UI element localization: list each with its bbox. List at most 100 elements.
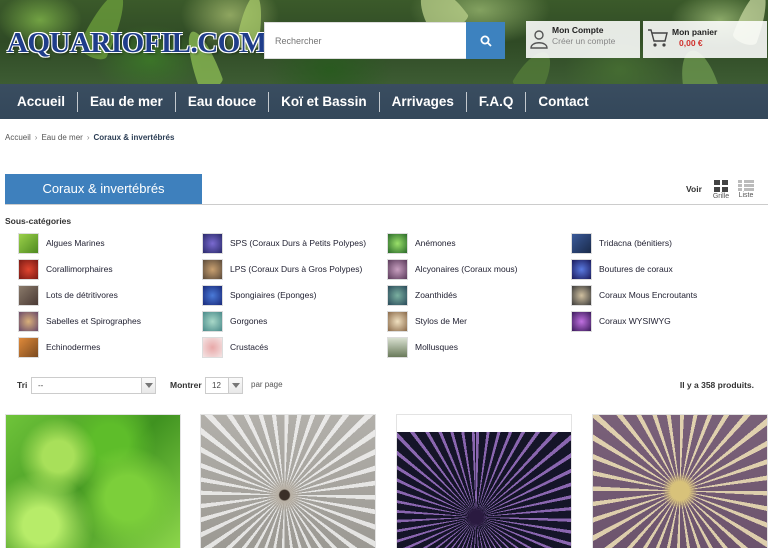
subcategory-link[interactable]: Mollusques: [387, 336, 458, 358]
product-photo: [397, 432, 571, 548]
subcategory-thumbnail: [202, 284, 223, 306]
account-title[interactable]: Mon Compte: [552, 25, 603, 35]
subcategory-label: Echinodermes: [46, 342, 101, 352]
subcategory-link[interactable]: Stylos de Mer: [387, 310, 467, 332]
nav-item-contact[interactable]: Contact: [525, 91, 600, 112]
subcategory-thumbnail: [571, 284, 592, 306]
search-button[interactable]: [466, 22, 505, 59]
subcategory-label: Zoanthidés: [415, 290, 458, 300]
product-image[interactable]: [592, 414, 768, 548]
subcategory-link[interactable]: Anémones: [387, 232, 456, 254]
nav-item-eau-douce[interactable]: Eau douce: [174, 91, 268, 112]
subcategory-label: Sabelles et Spirographes: [46, 316, 141, 326]
subcategory-link[interactable]: Coraux Mous Encroutants: [571, 284, 697, 306]
subcategory-label: Boutures de coraux: [599, 264, 673, 274]
subcategory-thumbnail: [18, 310, 39, 332]
chevron-down-icon: [228, 378, 242, 393]
list-view-label: Liste: [738, 192, 754, 199]
subcategory-label: Gorgones: [230, 316, 268, 326]
subcategory-label: Lots de détritivores: [46, 290, 118, 300]
subcategory-link[interactable]: Sabelles et Spirographes: [18, 310, 141, 332]
subcategory-label: Spongiaires (Eponges): [230, 290, 317, 300]
create-account-link[interactable]: Créer un compte: [552, 36, 615, 46]
subcategory-link[interactable]: Lots de détritivores: [18, 284, 118, 306]
search-icon: [480, 35, 492, 47]
subcategory-link[interactable]: Boutures de coraux: [571, 258, 673, 280]
sort-select-value: --: [38, 381, 44, 390]
sort-label: Tri: [17, 380, 28, 390]
subcategory-link[interactable]: Alcyonaires (Coraux mous): [387, 258, 518, 280]
per-page-label: par page: [251, 380, 283, 389]
subcategory-thumbnail: [202, 336, 223, 358]
subcategory-link[interactable]: Echinodermes: [18, 336, 100, 358]
sort-select[interactable]: --: [31, 377, 156, 394]
nav-item-eau-de-mer[interactable]: Eau de mer: [77, 91, 175, 112]
search-input[interactable]: [264, 22, 466, 59]
breadcrumb: Accueil › Eau de mer › Coraux & invertéb…: [5, 133, 174, 142]
nav-item-faq[interactable]: F.A.Q: [465, 91, 526, 112]
subcategory-label: Anémones: [415, 238, 456, 248]
subcategory-thumbnail: [18, 232, 39, 254]
subcategory-label: Coraux WYSIWYG: [599, 316, 671, 326]
cart-icon: [648, 29, 668, 47]
cart-box[interactable]: Mon panier 0,00 €: [643, 21, 767, 58]
breadcrumb-separator-icon: ›: [86, 133, 90, 142]
nav-item-arrivages[interactable]: Arrivages: [378, 91, 466, 112]
subcategory-thumbnail: [202, 232, 223, 254]
product-count: Il y a 358 produits.: [679, 380, 754, 390]
product-image[interactable]: [200, 414, 376, 548]
breadcrumb-current: Coraux & invertébrés: [93, 133, 175, 142]
subcategory-label: Tridacna (bénitiers): [599, 238, 672, 248]
subcategory-thumbnail: [387, 336, 408, 358]
cart-total: 0,00 €: [679, 38, 703, 48]
per-page-value: 12: [212, 381, 221, 390]
list-icon: [736, 180, 756, 191]
nav-item-accueil[interactable]: Accueil: [0, 92, 77, 112]
subcategory-link[interactable]: Coraux WYSIWYG: [571, 310, 671, 332]
subcategory-label: Alcyonaires (Coraux mous): [415, 264, 518, 274]
subcategory-link[interactable]: Algues Marines: [18, 232, 105, 254]
subcategory-label: Crustacés: [230, 342, 269, 352]
subcategory-thumbnail: [571, 258, 592, 280]
account-box[interactable]: Mon Compte Créer un compte: [526, 21, 640, 58]
subcategory-label: SPS (Coraux Durs à Petits Polypes): [230, 238, 367, 248]
subcategory-thumbnail: [18, 258, 39, 280]
site-logo[interactable]: AQUARIOFIL.COM: [7, 27, 267, 60]
show-label: Montrer: [170, 380, 202, 390]
subcategory-link[interactable]: Corallimorphaires: [18, 258, 113, 280]
product-image[interactable]: [396, 414, 572, 548]
subcategory-link[interactable]: Spongiaires (Eponges): [202, 284, 316, 306]
subcategory-thumbnail: [18, 284, 39, 306]
subcategory-label: Coraux Mous Encroutants: [599, 290, 698, 300]
cart-title[interactable]: Mon panier: [672, 27, 717, 37]
subcategory-thumbnail: [202, 258, 223, 280]
nav-item-koi-bassin[interactable]: Koï et Bassin: [268, 91, 379, 112]
subcategory-label: LPS (Coraux Durs à Gros Polypes): [230, 264, 363, 274]
grid-icon: [711, 180, 731, 192]
subcategory-thumbnail: [387, 284, 408, 306]
breadcrumb-home[interactable]: Accueil: [5, 133, 31, 142]
subcategory-thumbnail: [571, 310, 592, 332]
product-image[interactable]: [5, 414, 181, 548]
grid-view-toggle[interactable]: Grille: [711, 180, 731, 200]
subcategories-heading: Sous-catégories: [5, 216, 72, 226]
subcategory-label: Corallimorphaires: [46, 264, 113, 274]
grid-view-label: Grille: [712, 193, 730, 200]
subcategory-link[interactable]: Gorgones: [202, 310, 267, 332]
subcategory-link[interactable]: LPS (Coraux Durs à Gros Polypes): [202, 258, 362, 280]
subcategory-thumbnail: [571, 232, 592, 254]
breadcrumb-eau-de-mer[interactable]: Eau de mer: [41, 133, 82, 142]
chevron-down-icon: [141, 378, 155, 393]
subcategory-thumbnail: [387, 258, 408, 280]
subcategory-link[interactable]: Zoanthidés: [387, 284, 457, 306]
user-icon: [530, 30, 548, 49]
list-view-toggle[interactable]: Liste: [736, 180, 756, 199]
per-page-select[interactable]: 12: [205, 377, 243, 394]
view-label: Voir: [686, 184, 702, 194]
subcategory-label: Mollusques: [415, 342, 458, 352]
category-title: Coraux & invertébrés: [5, 174, 202, 204]
subcategory-label: Stylos de Mer: [415, 316, 467, 326]
subcategory-link[interactable]: SPS (Coraux Durs à Petits Polypes): [202, 232, 366, 254]
subcategory-link[interactable]: Crustacés: [202, 336, 268, 358]
subcategory-link[interactable]: Tridacna (bénitiers): [571, 232, 672, 254]
